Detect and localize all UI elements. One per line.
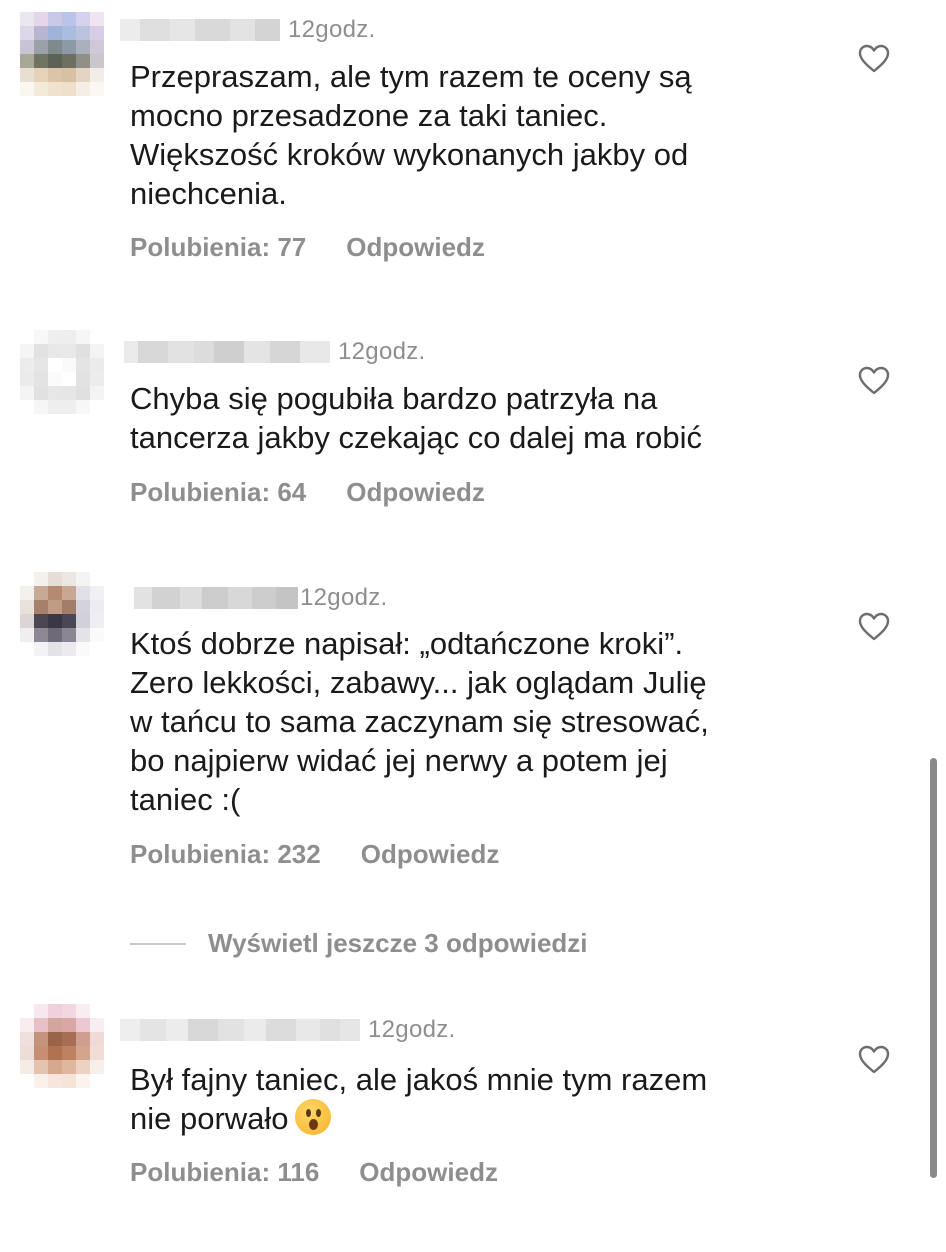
comment-text-line: tancerza jakby czekając co dalej ma robi… <box>130 420 703 455</box>
comment-text: Ktoś dobrze napisał: „odtańczone kroki”.… <box>130 624 810 819</box>
comment-timestamp: 12godz. <box>338 338 426 365</box>
comment-text-line: Zero lekkości, zabawy... jak oglądam Jul… <box>130 665 707 700</box>
comment-text: Był fajny taniec, ale jakoś mnie tym raz… <box>130 1060 810 1138</box>
comment-text-line: Był fajny taniec, ale jakoś mnie tym raz… <box>130 1062 708 1097</box>
comment-text-line: Przepraszam, ale tym razem te oceny są <box>130 59 692 94</box>
hushed-face-emoji-icon <box>294 1099 331 1135</box>
comment-text-line: nie porwało <box>130 1099 810 1138</box>
comment-text-line: w tańcu to sama zaczynam się stresować, <box>130 704 709 739</box>
comment-text: Chyba się pogubiła bardzo patrzyła na ta… <box>130 379 810 457</box>
comment-text: Przepraszam, ale tym razem te oceny są m… <box>130 57 810 213</box>
avatar[interactable] <box>20 12 104 96</box>
username[interactable] <box>124 341 330 363</box>
avatar[interactable] <box>20 1004 104 1088</box>
heart-outline-icon[interactable] <box>858 1045 890 1075</box>
avatar[interactable] <box>20 572 104 656</box>
reply-button[interactable]: Odpowiedz <box>346 477 485 508</box>
username[interactable] <box>120 19 280 41</box>
likes-count[interactable]: Polubienia: 64 <box>130 477 306 508</box>
comment-text-line: Chyba się pogubiła bardzo patrzyła na <box>130 381 658 416</box>
view-more-replies-label: Wyświetl jeszcze 3 odpowiedzi <box>208 928 588 958</box>
heart-outline-icon[interactable] <box>858 44 890 74</box>
username[interactable] <box>134 587 298 609</box>
view-more-replies-button[interactable]: Wyświetl jeszcze 3 odpowiedzi <box>130 928 588 959</box>
username[interactable] <box>120 1019 360 1041</box>
comment-text-line: mocno przesadzone za taki taniec. <box>130 98 608 133</box>
comment-text-line: bo najpierw widać jej nerwy a potem jej <box>130 743 668 778</box>
likes-count[interactable]: Polubienia: 232 <box>130 839 321 870</box>
replies-divider <box>130 942 186 945</box>
comment-text-fragment: nie porwało <box>130 1101 289 1136</box>
reply-button[interactable]: Odpowiedz <box>359 1157 498 1188</box>
comment-timestamp: 12godz. <box>288 16 376 43</box>
comment-text-line: Większość kroków wykonanych jakby od <box>130 137 689 172</box>
scrollbar[interactable] <box>930 758 937 1178</box>
comment-text-line: niechcenia. <box>130 176 287 211</box>
likes-count[interactable]: Polubienia: 77 <box>130 232 306 263</box>
avatar[interactable] <box>20 330 104 414</box>
comment-timestamp: 12godz. <box>300 584 388 611</box>
likes-count[interactable]: Polubienia: 116 <box>130 1157 319 1188</box>
heart-outline-icon[interactable] <box>858 366 890 396</box>
comment-timestamp: 12godz. <box>368 1016 456 1043</box>
reply-button[interactable]: Odpowiedz <box>346 232 485 263</box>
heart-outline-icon[interactable] <box>858 612 890 642</box>
comment-text-line: Ktoś dobrze napisał: „odtańczone kroki”. <box>130 626 684 661</box>
comment-text-line: taniec :( <box>130 782 241 817</box>
reply-button[interactable]: Odpowiedz <box>361 839 500 870</box>
